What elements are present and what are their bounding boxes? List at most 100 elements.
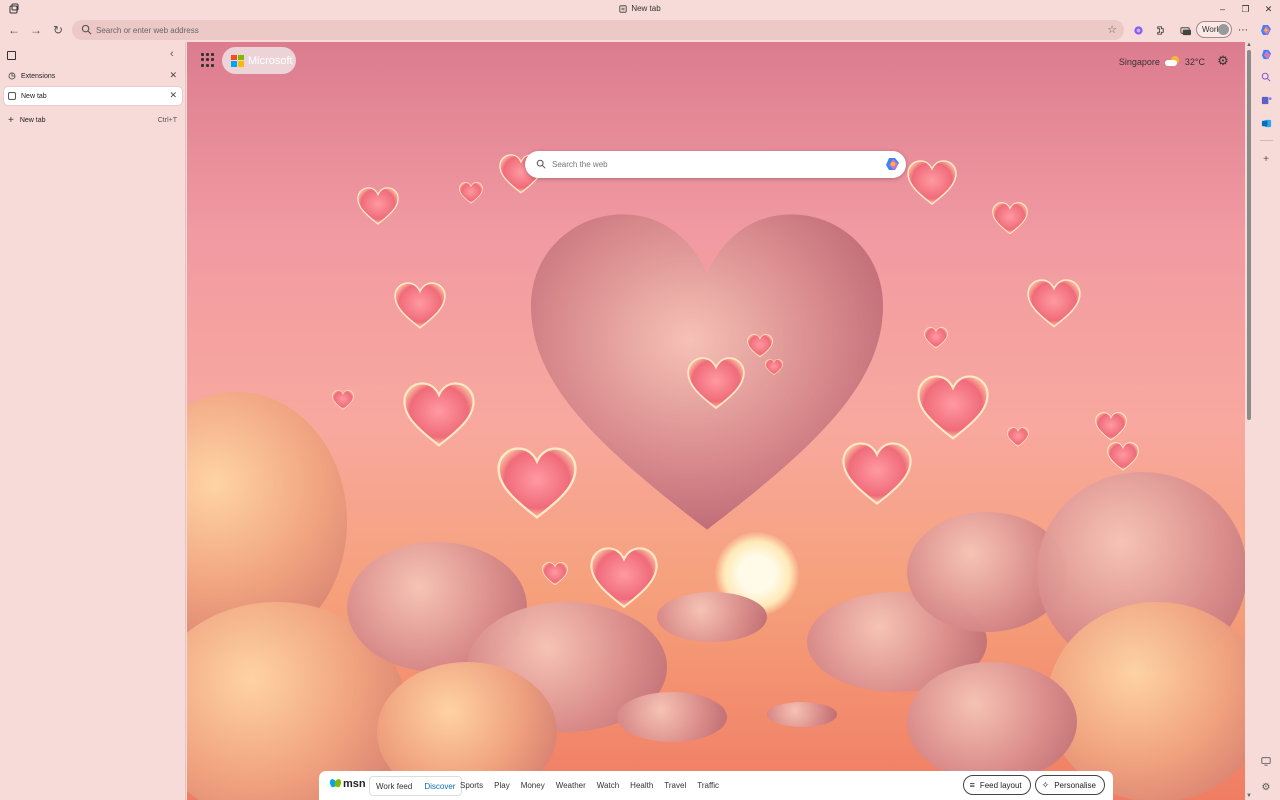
floating-heart [332, 390, 354, 410]
floating-heart [924, 327, 948, 349]
new-tab-shortcut: Ctrl+T [157, 116, 177, 124]
forward-arrow-icon[interactable]: → [27, 21, 45, 39]
new-tab-page: Microsoft Singapore 32°C ⚙ msn Work feed… [187, 42, 1245, 800]
back-arrow-icon[interactable]: ← [5, 21, 23, 39]
feed-layout-button[interactable]: ≡ Feed layout [962, 775, 1031, 795]
window-title-text: New tab [631, 4, 661, 13]
vertical-tabs-pane: ‹ Extensions ✕ New tab ✕ + New tab Ctrl+… [0, 42, 186, 800]
refresh-icon[interactable]: ↻ [49, 21, 67, 39]
page-icon [619, 4, 627, 13]
floating-heart [842, 442, 912, 505]
floating-heart [497, 447, 577, 519]
floating-heart [687, 357, 745, 410]
copilot-icon[interactable] [885, 156, 901, 172]
tab-work-feed[interactable]: Work feed [370, 782, 418, 791]
floating-heart [1095, 412, 1127, 441]
close-tab-icon[interactable]: ✕ [169, 90, 177, 101]
floating-heart [992, 202, 1028, 235]
floating-heart [590, 547, 658, 609]
floating-heart [907, 160, 957, 205]
floating-heart [357, 187, 399, 225]
more-menu-icon[interactable]: ⋯ [1235, 22, 1251, 38]
search-icon [536, 159, 546, 169]
msn-logo-text: msn [343, 778, 366, 790]
scroll-up-arrow-icon[interactable]: ▲ [1246, 42, 1252, 48]
floating-heart [459, 182, 483, 204]
sidebar-settings-gear-icon[interactable]: ⚙ [1259, 780, 1273, 794]
floating-heart [1107, 442, 1139, 471]
floating-heart [747, 334, 773, 358]
window-title: New tab [0, 4, 1280, 13]
scroll-down-arrow-icon[interactable]: ▼ [1246, 793, 1252, 799]
tab-extensions[interactable]: Extensions ✕ [4, 67, 182, 85]
page-settings-gear-icon[interactable]: ⚙ [1216, 53, 1230, 68]
new-tab-button[interactable]: + New tab Ctrl+T [4, 112, 182, 128]
floating-heart [394, 282, 446, 329]
restore-button[interactable]: ❐ [1234, 0, 1257, 18]
address-input[interactable] [96, 22, 1086, 38]
feed-link[interactable]: Health [630, 781, 653, 790]
collapse-pane-chevron-icon[interactable]: ‹ [170, 48, 174, 60]
msn-feed-bar: msn Work feed Discover Sports Play Money… [319, 771, 1113, 800]
sparkle-icon: ✧ [1041, 779, 1050, 790]
microsoft-logo-icon [231, 54, 244, 67]
feed-link[interactable]: Play [494, 781, 510, 790]
sliders-icon: ≡ [969, 780, 975, 790]
floating-heart [765, 359, 783, 376]
personalise-button[interactable]: ✧ Personalise [1034, 775, 1105, 795]
address-bar[interactable]: ☆ [72, 20, 1124, 40]
add-sidebar-app-plus-icon[interactable]: + [1259, 152, 1273, 166]
msn-logo[interactable]: msn [328, 778, 366, 790]
copilot-icon[interactable] [1258, 22, 1274, 38]
tab-discover[interactable]: Discover [418, 782, 461, 791]
copilot-sidebar-icon[interactable] [1259, 47, 1273, 61]
right-sidebar: + ⚙ [1253, 42, 1280, 800]
toolbar: ← → ↻ ☆ Work ⋯ [0, 18, 1280, 42]
feed-link[interactable]: Traffic [697, 781, 719, 790]
feed-link[interactable]: Travel [664, 781, 686, 790]
partly-cloudy-icon [1164, 56, 1180, 67]
microsoft-brand-button[interactable]: Microsoft [222, 47, 296, 74]
extension-puzzle-icon[interactable] [1130, 22, 1146, 38]
weather-widget[interactable]: Singapore 32°C [1119, 56, 1205, 67]
feed-link[interactable]: Watch [597, 781, 619, 790]
sidebar-screenshot-icon[interactable] [1259, 754, 1273, 768]
title-bar: New tab – ❐ ✕ [0, 0, 1280, 18]
tab-actions-icon[interactable] [7, 51, 16, 60]
feed-link[interactable]: Money [521, 781, 545, 790]
search-icon[interactable] [1259, 70, 1273, 84]
floating-heart [403, 382, 475, 447]
close-tab-icon[interactable]: ✕ [169, 70, 177, 81]
profile-button[interactable]: Work [1196, 21, 1232, 38]
search-icon [81, 24, 92, 35]
tab-label: Extensions [21, 72, 56, 80]
plus-icon: + [8, 114, 14, 126]
minimize-button[interactable]: – [1211, 0, 1234, 18]
avatar [1218, 24, 1229, 35]
msn-butterfly-icon [328, 778, 343, 790]
feed-link[interactable]: Weather [556, 781, 586, 790]
weather-city: Singapore [1118, 56, 1160, 67]
feed-category-links: Sports Play Money Weather Watch Health T… [460, 781, 719, 790]
app-launcher-icon[interactable] [201, 53, 215, 67]
floating-heart [1027, 279, 1081, 328]
extensions-icon[interactable] [1152, 22, 1168, 38]
search-input[interactable] [552, 156, 872, 173]
scrollbar-thumb[interactable] [1247, 50, 1251, 420]
floating-heart [1007, 427, 1029, 447]
outlook-icon[interactable] [1259, 116, 1273, 130]
favorite-star-icon[interactable]: ☆ [1107, 23, 1117, 36]
web-search-box[interactable] [525, 151, 906, 178]
teams-icon[interactable] [1259, 93, 1273, 107]
feed-layout-label: Feed layout [979, 780, 1022, 790]
close-window-button[interactable]: ✕ [1257, 0, 1280, 18]
personalise-label: Personalise [1054, 780, 1096, 790]
tabs-pane-header: ‹ [0, 42, 186, 68]
feed-link[interactable]: Sports [460, 781, 483, 790]
tab-new-tab[interactable]: New tab ✕ [4, 87, 182, 105]
page-icon [8, 92, 16, 100]
brand-label: Microsoft [248, 54, 293, 67]
collections-icon[interactable] [1177, 22, 1193, 38]
page-scrollbar[interactable]: ▲ ▼ [1245, 42, 1253, 800]
tab-label: New tab [21, 92, 47, 100]
